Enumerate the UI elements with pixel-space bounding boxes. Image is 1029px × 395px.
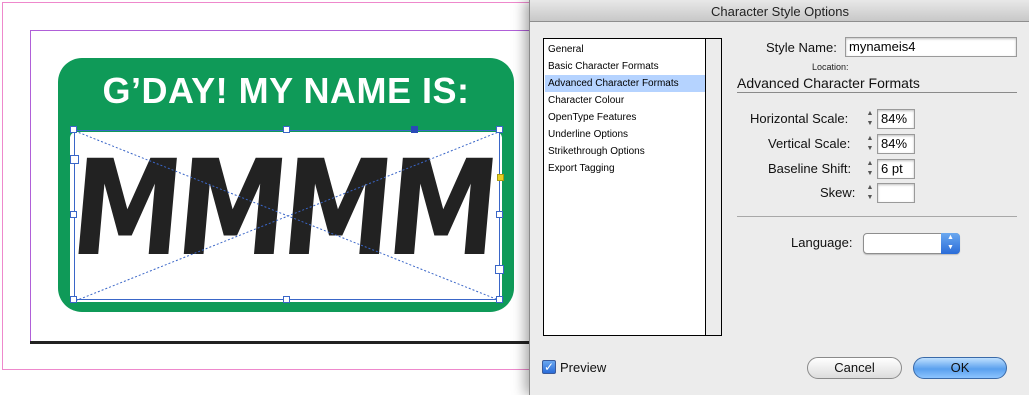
section-item-general[interactable]: General	[545, 41, 705, 58]
resize-handle-left[interactable]	[70, 211, 77, 218]
selection-frame[interactable]	[74, 130, 501, 301]
character-style-options-dialog: Character Style Options General Basic Ch…	[529, 0, 1029, 395]
badge-header-text: G’DAY! MY NAME IS:	[102, 70, 470, 111]
in-port-handle[interactable]	[70, 155, 79, 164]
resize-handle-top[interactable]	[283, 126, 290, 133]
page-shadow	[30, 341, 550, 344]
horizontal-scale-stepper[interactable]: ▲ ▼	[864, 109, 876, 129]
stepper-down-icon[interactable]: ▼	[864, 193, 876, 203]
section-list[interactable]: General Basic Character Formats Advanced…	[543, 38, 722, 336]
frame-diagonals	[75, 131, 501, 301]
language-label: Language:	[791, 235, 853, 250]
stepper-up-icon[interactable]: ▲	[864, 183, 876, 193]
horizontal-scale-field[interactable]: 84%	[877, 109, 915, 129]
vertical-scale-stepper[interactable]: ▲ ▼	[864, 134, 876, 154]
section-item-character-colour[interactable]: Character Colour	[545, 92, 705, 109]
stepper-down-icon[interactable]: ▼	[864, 144, 876, 154]
section-list-scrollbar[interactable]	[705, 38, 722, 336]
baseline-shift-label: Baseline Shift:	[768, 161, 852, 176]
skew-field[interactable]	[877, 183, 915, 203]
stepper-down-icon[interactable]: ▼	[864, 119, 876, 129]
resize-handle-top-right[interactable]	[496, 126, 503, 133]
section-item-underline-options[interactable]: Underline Options	[545, 126, 705, 143]
language-dropdown[interactable]: ▲ ▼	[863, 233, 960, 254]
section-item-strikethrough-options[interactable]: Strikethrough Options	[545, 143, 705, 160]
section-item-export-tagging[interactable]: Export Tagging	[545, 160, 705, 177]
section-item-advanced-character-formats[interactable]: Advanced Character Formats	[545, 75, 705, 92]
cancel-button[interactable]: Cancel	[807, 357, 902, 379]
preview-checkbox[interactable]: ✓	[542, 360, 556, 374]
section-item-basic-character-formats[interactable]: Basic Character Formats	[545, 58, 705, 75]
checkbox-checked-icon: ✓	[543, 360, 555, 374]
dialog-titlebar[interactable]: Character Style Options	[530, 0, 1029, 22]
resize-handle-bottom[interactable]	[283, 296, 290, 303]
out-port-handle[interactable]	[495, 265, 504, 274]
stepper-up-icon[interactable]: ▲	[864, 109, 876, 119]
skew-label: Skew:	[820, 185, 856, 200]
stepper-up-icon[interactable]: ▲	[864, 159, 876, 169]
horizontal-scale-label: Horizontal Scale:	[750, 111, 849, 126]
stepper-up-icon[interactable]: ▲	[864, 134, 876, 144]
frame-anchor-marker[interactable]	[411, 126, 418, 133]
section-divider	[737, 216, 1017, 217]
dropdown-arrows-icon[interactable]: ▲ ▼	[941, 233, 960, 254]
corner-effect-marker[interactable]	[497, 174, 504, 181]
stepper-down-icon[interactable]: ▼	[864, 169, 876, 179]
resize-handle-top-left[interactable]	[70, 126, 77, 133]
resize-handle-bottom-right[interactable]	[496, 296, 503, 303]
resize-handle-right[interactable]	[496, 211, 503, 218]
skew-stepper[interactable]: ▲ ▼	[864, 183, 876, 203]
section-item-opentype-features[interactable]: OpenType Features	[545, 109, 705, 126]
style-name-label: Style Name:	[766, 40, 837, 55]
preview-label[interactable]: Preview	[560, 360, 606, 375]
location-label: Location:	[812, 62, 849, 72]
baseline-shift-stepper[interactable]: ▲ ▼	[864, 159, 876, 179]
vertical-scale-field[interactable]: 84%	[877, 134, 915, 154]
dialog-title: Character Style Options	[710, 4, 849, 19]
heading-divider	[737, 92, 1017, 93]
vertical-scale-label: Vertical Scale:	[768, 136, 851, 151]
baseline-shift-field[interactable]: 6 pt	[877, 159, 915, 179]
style-name-field[interactable]: mynameis4	[845, 37, 1017, 57]
resize-handle-bottom-left[interactable]	[70, 296, 77, 303]
ok-button[interactable]: OK	[913, 357, 1007, 379]
section-heading: Advanced Character Formats	[737, 75, 920, 91]
